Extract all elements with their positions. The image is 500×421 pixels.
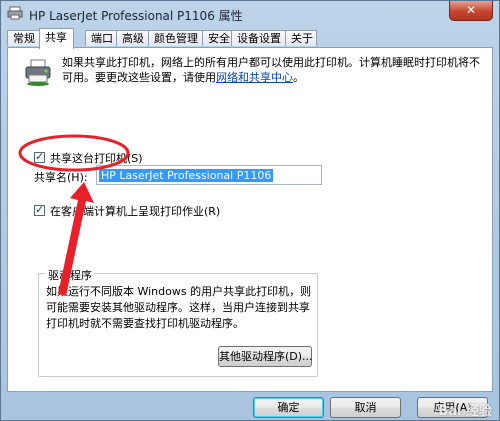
share-name-input[interactable]: HP LaserJet Professional P1106 (96, 165, 322, 185)
drivers-group: 驱动程序 如果运行不同版本 Windows 的用户共享此打印机，则可能需要安装其… (38, 267, 318, 377)
tab-advanced[interactable]: 高级 (116, 30, 149, 46)
render-client-checkbox[interactable]: ✓ (34, 203, 45, 216)
drivers-group-title: 驱动程序 (45, 267, 95, 283)
additional-drivers-button[interactable]: 其他驱动程序(D)... (218, 346, 313, 367)
share-printer-label: 共享这台打印机(S) (50, 152, 143, 165)
tab-general[interactable]: 常规 (7, 30, 40, 46)
share-printer-checkbox[interactable]: ✓ (34, 150, 45, 163)
tab-about[interactable]: 关于 (285, 30, 317, 46)
sharing-description: 如果共享此打印机，网络上的所有用户都可以使用此打印机。计算机睡眠时打印机将不可用… (62, 55, 482, 85)
properties-window: HP LaserJet Professional P1106 属性 ✕ 常规 共… (0, 0, 500, 421)
checkmark-icon: ✓ (35, 203, 45, 216)
tab-ports[interactable]: 端口 (85, 30, 117, 46)
watermark-logo: Bai 经验 (438, 404, 492, 419)
printer-title-icon (7, 6, 23, 20)
drivers-description: 如果运行不同版本 Windows 的用户共享此打印机，则可能需要安装其他驱动程序… (46, 285, 312, 330)
checkmark-icon: ✓ (35, 150, 45, 163)
tab-sharing[interactable]: 共享 (39, 28, 74, 49)
tab-color-management[interactable]: 颜色管理 (148, 30, 203, 46)
cancel-button[interactable]: 取消 (330, 397, 401, 418)
window-title: HP LaserJet Professional P1106 属性 (29, 9, 243, 23)
tab-device-settings[interactable]: 设备设置 (231, 30, 286, 46)
share-name-label: 共享名(H): (34, 171, 88, 184)
render-client-label: 在客户端计算机上呈现打印作业(R) (50, 205, 221, 218)
network-sharing-center-link[interactable]: 网络和共享中心 (216, 71, 293, 84)
sharing-description-suffix: 。 (293, 71, 304, 84)
close-button[interactable]: ✕ (449, 1, 493, 21)
ok-button[interactable]: 确定 (253, 397, 324, 418)
tab-security[interactable]: 安全 (202, 30, 232, 46)
sharing-panel: 如果共享此打印机，网络上的所有用户都可以使用此打印机。计算机睡眠时打印机将不可用… (7, 47, 493, 392)
share-name-value: HP LaserJet Professional P1106 (99, 169, 274, 182)
printer-icon (25, 59, 51, 86)
title-bar: HP LaserJet Professional P1106 属性 ✕ (1, 1, 499, 27)
